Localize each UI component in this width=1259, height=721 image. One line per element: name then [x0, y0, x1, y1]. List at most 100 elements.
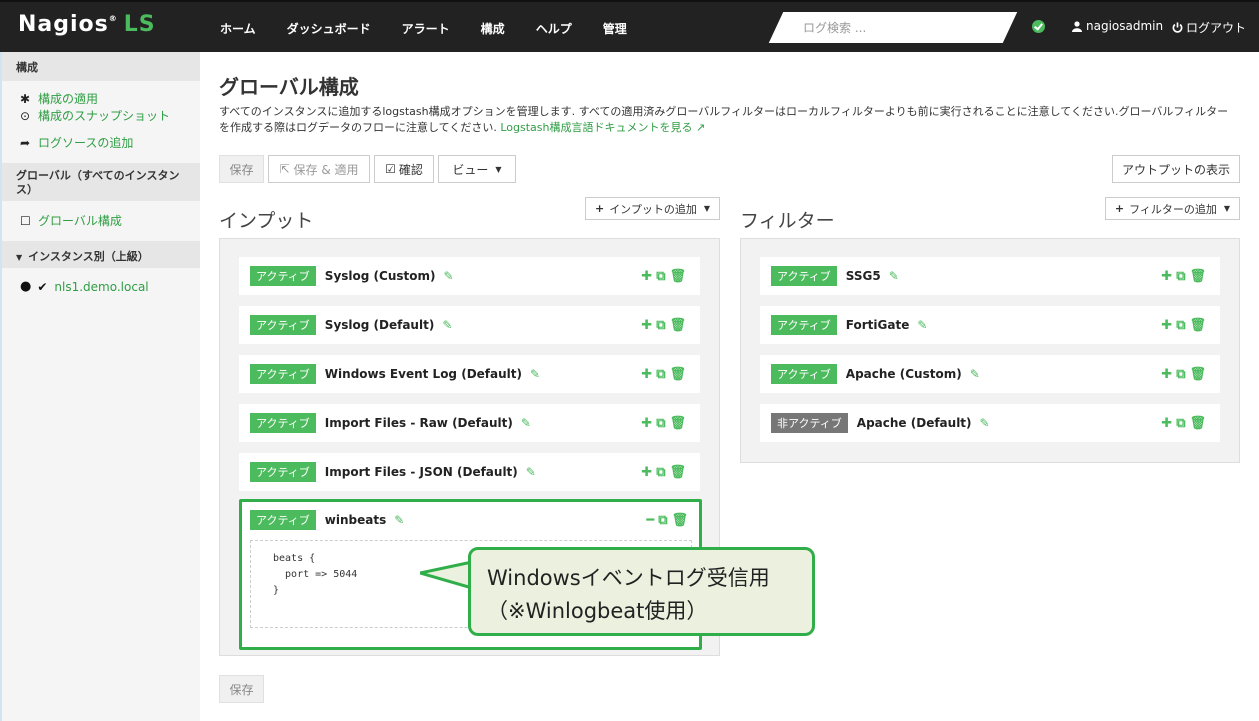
sidebar-item-snapshot[interactable]: ⊙ 構成のスナップショット: [2, 107, 200, 124]
filter-row[interactable]: アクティブ SSG5 ✎ ✚ ⧉ 🗑: [760, 257, 1220, 295]
external-link-icon: ↗: [695, 121, 706, 134]
plus-icon[interactable]: ✚: [641, 465, 652, 480]
nav-admin[interactable]: 管理: [603, 20, 627, 37]
status-badge[interactable]: アクティブ: [250, 462, 316, 482]
footer-save-button[interactable]: 保存: [219, 675, 264, 703]
filter-name: SSG5: [845, 269, 881, 283]
minus-icon[interactable]: ━: [646, 513, 654, 528]
expanded-row-header: アクティブ winbeats ✎ ━ ⧉ 🗑: [242, 502, 699, 538]
verify-button[interactable]: ☑ 確認: [374, 155, 434, 183]
trash-icon[interactable]: 🗑: [1189, 269, 1206, 284]
add-filter-dropdown[interactable]: + フィルターの追加 ▼: [1105, 197, 1240, 220]
sidebar-item-apply[interactable]: ✱ 構成の適用: [2, 90, 200, 107]
plus-icon[interactable]: ✚: [1161, 318, 1172, 333]
status-badge[interactable]: アクティブ: [771, 266, 837, 286]
status-badge[interactable]: アクティブ: [250, 266, 316, 286]
filter-name: Apache (Custom): [845, 367, 962, 381]
docs-link[interactable]: Logstash構成言語ドキュメントを見る ↗: [500, 121, 705, 134]
caret-down-icon: ▼: [1223, 204, 1231, 213]
filter-row[interactable]: 非アクティブ Apache (Default) ✎ ✚ ⧉ 🗑: [760, 404, 1220, 442]
plus-icon[interactable]: ✚: [641, 318, 652, 333]
status-badge[interactable]: アクティブ: [250, 364, 316, 384]
pencil-icon[interactable]: ✎: [443, 269, 453, 283]
trash-icon[interactable]: 🗑: [669, 367, 686, 382]
add-input-dropdown[interactable]: + インプットの追加 ▼: [585, 197, 720, 220]
pencil-icon[interactable]: ✎: [889, 269, 899, 283]
sidebar-heading-instances[interactable]: ▼ インスタンス別（上級）: [2, 241, 200, 268]
nav-home[interactable]: ホーム: [220, 20, 256, 37]
sidebar-item-global-config[interactable]: ☐ グローバル構成: [2, 212, 200, 229]
user-menu[interactable]: nagiosadmin: [1072, 19, 1163, 33]
copy-icon[interactable]: ⧉: [656, 367, 665, 382]
pencil-icon[interactable]: ✎: [521, 416, 531, 430]
plus-icon: +: [594, 202, 605, 215]
nav-dashboard[interactable]: ダッシュボード: [287, 20, 371, 37]
plus-icon[interactable]: ✚: [641, 269, 652, 284]
trash-icon[interactable]: 🗑: [669, 416, 686, 431]
copy-icon[interactable]: ⧉: [1176, 318, 1185, 333]
sidebar-heading-global: グローバル（すべてのインスタンス）: [2, 163, 200, 201]
pencil-icon[interactable]: ✎: [917, 318, 927, 332]
plus-icon[interactable]: ✚: [641, 416, 652, 431]
row-actions: ✚ ⧉ 🗑: [1157, 367, 1206, 382]
pencil-icon[interactable]: ✎: [442, 318, 452, 332]
logout-button[interactable]: ログアウト: [1172, 19, 1246, 36]
plus-icon[interactable]: ✚: [641, 367, 652, 382]
copy-icon[interactable]: ⧉: [656, 269, 665, 284]
status-badge[interactable]: アクティブ: [250, 413, 316, 433]
status-badge[interactable]: アクティブ: [771, 315, 837, 335]
input-row[interactable]: アクティブ Import Files - Raw (Default) ✎ ✚ ⧉ 🗑: [239, 404, 700, 442]
status-badge[interactable]: アクティブ: [250, 315, 316, 335]
brand-logo[interactable]: Nagios® LS: [18, 12, 156, 37]
inputs-title: インプット: [219, 210, 314, 232]
pencil-icon[interactable]: ✎: [970, 367, 980, 381]
pencil-icon[interactable]: ✎: [530, 367, 540, 381]
plus-icon[interactable]: ✚: [1161, 269, 1172, 284]
show-output-button[interactable]: アウトプットの表示: [1112, 155, 1240, 183]
nav-help[interactable]: ヘルプ: [536, 20, 572, 37]
filters-panel: アクティブ SSG5 ✎ ✚ ⧉ 🗑 アクティブ FortiGate ✎ ✚ ⧉ 🗑 ア…: [740, 238, 1240, 463]
status-badge[interactable]: アクティブ: [250, 510, 316, 530]
save-apply-button[interactable]: ⇱ 保存 & 適用: [268, 155, 370, 183]
copy-icon[interactable]: ⧉: [656, 416, 665, 431]
filter-row[interactable]: アクティブ FortiGate ✎ ✚ ⧉ 🗑: [760, 306, 1220, 344]
trash-icon[interactable]: 🗑: [669, 269, 686, 284]
trash-icon[interactable]: 🗑: [669, 465, 686, 480]
plus-icon[interactable]: ✚: [1161, 367, 1172, 382]
trash-icon[interactable]: 🗑: [1189, 318, 1206, 333]
sidebar-item-label: 構成の適用: [38, 92, 99, 106]
view-dropdown[interactable]: ビュー ▼: [438, 155, 516, 183]
nav-config[interactable]: 構成: [481, 20, 505, 37]
input-row[interactable]: アクティブ Windows Event Log (Default) ✎ ✚ ⧉ 🗑: [239, 355, 700, 393]
copy-icon[interactable]: ⧉: [1176, 416, 1185, 431]
status-ok-icon[interactable]: [1032, 20, 1045, 33]
pencil-icon[interactable]: ✎: [526, 465, 536, 479]
sidebar-item-instance[interactable]: ● ✔ nls1.demo.local: [2, 278, 200, 295]
save-button[interactable]: 保存: [219, 155, 264, 183]
sidebar-item-add-source[interactable]: ➦ ログソースの追加: [2, 134, 200, 151]
filters-title: フィルター: [740, 210, 835, 232]
trash-icon[interactable]: 🗑: [669, 318, 686, 333]
input-row[interactable]: アクティブ Syslog (Custom) ✎ ✚ ⧉ 🗑: [239, 257, 700, 295]
plus-icon[interactable]: ✚: [1161, 416, 1172, 431]
nav-alerts[interactable]: アラート: [402, 20, 450, 37]
status-badge[interactable]: 非アクティブ: [771, 413, 848, 433]
row-actions: ✚ ⧉ 🗑: [1157, 269, 1206, 284]
callout-line2: （※Winlogbeat使用）: [487, 599, 708, 623]
copy-icon[interactable]: ⧉: [1176, 269, 1185, 284]
pencil-icon[interactable]: ✎: [980, 416, 990, 430]
pencil-icon[interactable]: ✎: [394, 513, 404, 527]
user-icon: [1072, 20, 1082, 32]
filter-row[interactable]: アクティブ Apache (Custom) ✎ ✚ ⧉ 🗑: [760, 355, 1220, 393]
brand-name: Nagios: [18, 12, 109, 37]
status-badge[interactable]: アクティブ: [771, 364, 837, 384]
trash-icon[interactable]: 🗑: [671, 513, 688, 528]
input-row[interactable]: アクティブ Syslog (Default) ✎ ✚ ⧉ 🗑: [239, 306, 700, 344]
copy-icon[interactable]: ⧉: [656, 465, 665, 480]
copy-icon[interactable]: ⧉: [1176, 367, 1185, 382]
trash-icon[interactable]: 🗑: [1189, 367, 1206, 382]
input-row[interactable]: アクティブ Import Files - JSON (Default) ✎ ✚ ⧉…: [239, 453, 700, 491]
copy-icon[interactable]: ⧉: [658, 513, 667, 528]
trash-icon[interactable]: 🗑: [1189, 416, 1206, 431]
copy-icon[interactable]: ⧉: [656, 318, 665, 333]
